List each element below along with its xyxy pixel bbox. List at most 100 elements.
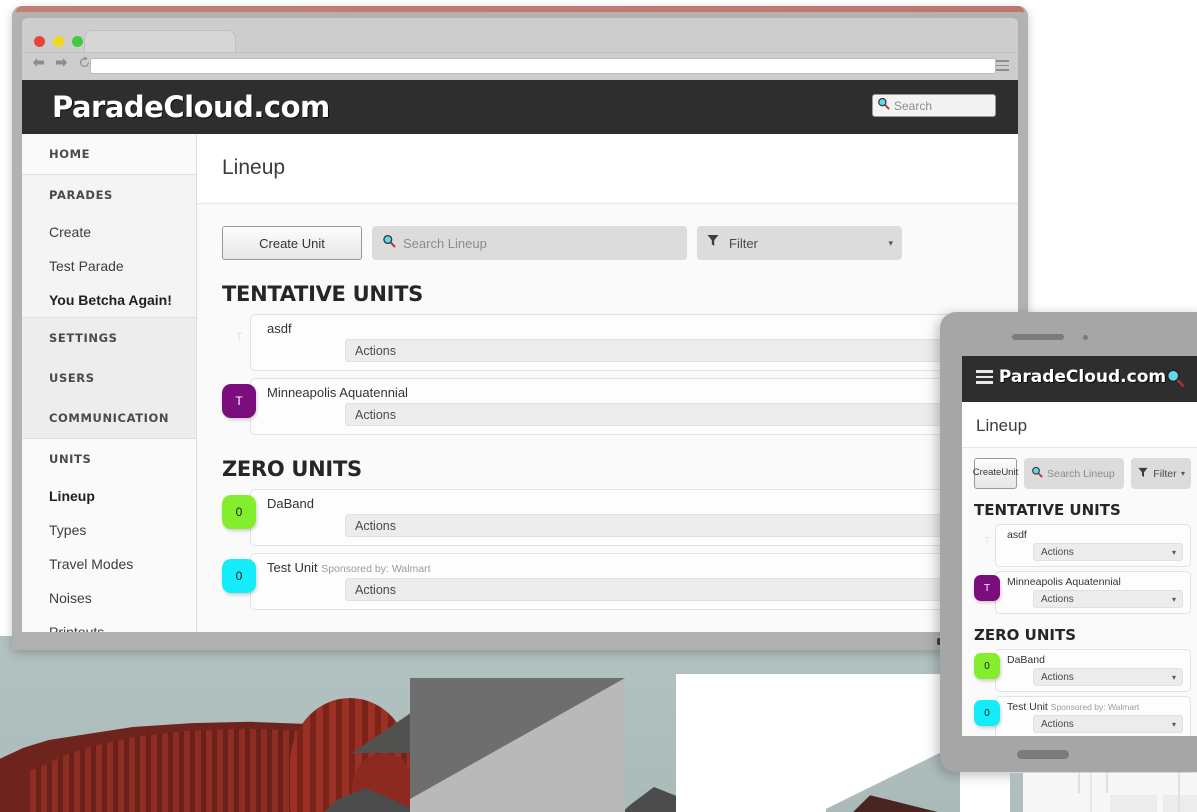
filter-dropdown[interactable]: Filter ▾: [1131, 458, 1191, 489]
create-unit-button[interactable]: Create Unit: [973, 458, 1018, 489]
sidebar-group-units: UNITS Lineup Types Travel Modes Noises P…: [22, 439, 196, 632]
sidebar-item-travel-modes[interactable]: Travel Modes: [22, 547, 196, 581]
chevron-down-icon: ▾: [1171, 719, 1176, 729]
fragment-color-band: [1010, 773, 1023, 812]
unit-sponsor: Sponsored by: Walmart: [1050, 702, 1140, 712]
funnel-icon: [707, 234, 719, 252]
unit-name: Test Unit Sponsored by: Walmart: [1007, 701, 1183, 713]
sidebar-item-users[interactable]: USERS: [22, 358, 196, 398]
main-content: Lineup Create Unit Search Lineup Filter …: [197, 134, 1018, 632]
search-icon: [1031, 465, 1043, 483]
unit-badge: 0: [222, 495, 256, 529]
unit-badge: 0: [974, 653, 1000, 679]
search-lineup-input[interactable]: Search Lineup: [1024, 458, 1125, 489]
sidebar-item-settings[interactable]: SETTINGS: [22, 318, 196, 358]
unit-name: asdf: [1007, 529, 1027, 541]
unit-badge: T: [974, 575, 1000, 601]
sidebar-group-parades: PARADES Create Test Parade You Betcha Ag…: [22, 175, 196, 318]
fragment-block: [1110, 795, 1157, 812]
unit-card[interactable]: DaBand Actions ▾: [250, 489, 993, 546]
section-title-tentative-units: TENTATIVE UNITS: [974, 501, 1121, 519]
sidebar-heading-units: UNITS: [49, 452, 92, 466]
hamburger-menu-icon[interactable]: [996, 60, 1009, 71]
search-lineup-placeholder: Search Lineup: [403, 235, 487, 251]
sidebar-item-noises[interactable]: Noises: [22, 581, 196, 615]
unit-card[interactable]: DaBand Actions ▾: [995, 649, 1191, 692]
unit-card[interactable]: asdf Actions ▾: [250, 314, 993, 371]
sidebar-item-communication[interactable]: COMMUNICATION: [22, 398, 196, 438]
window-controls[interactable]: [34, 36, 83, 47]
background-3d-render: [0, 636, 960, 812]
create-unit-button[interactable]: Create Unit: [222, 226, 362, 260]
search-icon: [382, 234, 396, 253]
sidebar-item-you-betcha-again[interactable]: You Betcha Again!: [22, 283, 196, 317]
header-search-box[interactable]: Search: [872, 94, 996, 117]
sidebar-nav: HOME PARADES Create Test Parade You Betc…: [22, 134, 197, 632]
sidebar-item-types[interactable]: Types: [22, 513, 196, 547]
sidebar-item-create[interactable]: Create: [22, 215, 196, 249]
fragment-divider: [1106, 773, 1108, 793]
unit-actions-dropdown[interactable]: Actions ▾: [345, 578, 982, 601]
list-item: T asdf Actions ▾: [974, 524, 1191, 567]
list-item: 0 Test Unit Sponsored by: Walmart Action…: [974, 696, 1191, 736]
search-lineup-placeholder: Search Lineup: [1047, 467, 1115, 480]
unit-actions-label: Actions: [355, 343, 396, 358]
unit-actions-label: Actions: [1041, 718, 1074, 730]
unit-actions-dropdown[interactable]: Actions ▾: [345, 514, 982, 537]
unit-card[interactable]: asdf Actions ▾: [995, 524, 1191, 567]
unit-actions-label: Actions: [355, 582, 396, 597]
browser-tab[interactable]: [84, 30, 236, 52]
unit-actions-label: Actions: [355, 407, 396, 422]
mobile-app-header: ParadeCloud.com: [962, 356, 1197, 402]
unit-actions-dropdown[interactable]: Actions ▾: [345, 339, 982, 362]
sidebar-item-test-parade[interactable]: Test Parade: [22, 249, 196, 283]
unit-name-text: Test Unit: [1007, 701, 1048, 713]
search-lineup-input[interactable]: Search Lineup: [372, 226, 687, 260]
minimize-window-dot[interactable]: [53, 36, 64, 47]
unit-name: DaBand: [1007, 654, 1045, 666]
unit-actions-dropdown[interactable]: Actions ▾: [1033, 590, 1183, 608]
unit-name-text: Test Unit: [267, 560, 318, 575]
filter-label: Filter: [1153, 467, 1177, 480]
close-window-dot[interactable]: [34, 36, 45, 47]
unit-card[interactable]: Minneapolis Aquatennial Actions ▾: [250, 378, 993, 435]
section-title-zero-units: ZERO UNITS: [222, 457, 362, 481]
filter-dropdown[interactable]: Filter ▾: [697, 226, 902, 260]
mobile-earpiece: [1012, 334, 1064, 340]
unit-row: T Minneapolis Aquatennial Actions ▾: [222, 378, 993, 435]
funnel-icon: [1138, 465, 1148, 483]
header-search-placeholder: Search: [894, 98, 933, 113]
unit-actions-dropdown[interactable]: Actions ▾: [1033, 543, 1183, 561]
unit-actions-label: Actions: [1041, 546, 1074, 558]
maximize-window-dot[interactable]: [72, 36, 83, 47]
content-scroll-area: Create Unit Search Lineup Filter ▾ TENTA…: [197, 203, 1018, 632]
forward-arrow-icon[interactable]: [55, 57, 68, 68]
sidebar-item-home[interactable]: HOME: [22, 134, 196, 174]
chevron-down-icon: ▾: [1180, 469, 1185, 478]
unit-card[interactable]: Test Unit Sponsored by: Walmart Actions …: [250, 553, 993, 610]
unit-actions-dropdown[interactable]: Actions ▾: [1033, 715, 1183, 733]
url-input[interactable]: [90, 58, 996, 74]
sidebar-item-printouts[interactable]: Printouts: [22, 615, 196, 632]
unit-actions-dropdown[interactable]: Actions ▾: [345, 403, 982, 426]
mobile-device: ParadeCloud.com Lineup Create Unit Searc…: [940, 312, 1197, 772]
unit-actions-dropdown[interactable]: Actions ▾: [1033, 668, 1183, 686]
sidebar-item-lineup[interactable]: Lineup: [22, 479, 196, 513]
fragment-divider: [1090, 773, 1092, 812]
unit-card[interactable]: Test Unit Sponsored by: Walmart Actions …: [995, 696, 1191, 736]
sidebar-group-settings: SETTINGS USERS COMMUNICATION: [22, 318, 196, 439]
sidebar-heading-parades: PARADES: [49, 188, 113, 202]
mobile-home-indicator[interactable]: [1017, 750, 1069, 759]
mobile-brand-logo: ParadeCloud.com: [998, 367, 1167, 387]
search-icon: [877, 97, 890, 115]
unit-badge: T: [983, 535, 991, 547]
laptop-device: ParadeCloud.com Search HOME PARADES Crea…: [12, 6, 1028, 650]
back-arrow-icon[interactable]: [32, 57, 45, 68]
sidebar-group-home: HOME: [22, 134, 196, 175]
unit-actions-label: Actions: [1041, 593, 1074, 605]
unit-row: 0 Test Unit Sponsored by: Walmart Action…: [222, 553, 993, 610]
unit-card[interactable]: Minneapolis Aquatennial Actions ▾: [995, 571, 1191, 614]
filter-label: Filter: [729, 235, 758, 251]
unit-name: Test Unit Sponsored by: Walmart: [267, 560, 982, 575]
search-icon[interactable]: [1165, 368, 1185, 393]
